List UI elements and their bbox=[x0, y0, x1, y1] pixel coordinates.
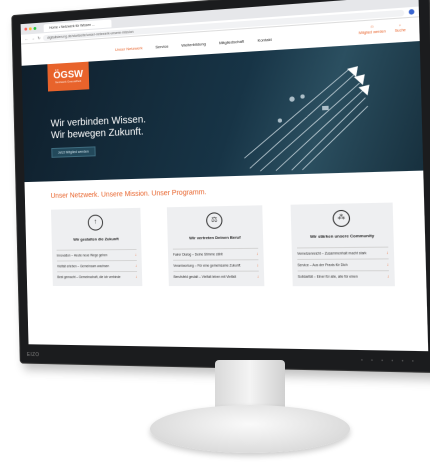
card-link-label: Vernetzenreicht – Zusammenhalt macht sta… bbox=[297, 251, 366, 256]
card-title: Wir stärken unsere Community bbox=[297, 233, 388, 239]
member-link-label: Mitglied werden bbox=[359, 29, 386, 36]
monitor-bezel: Home • Netzwerk für Wissen ... ← → ↻ dig… bbox=[11, 0, 430, 373]
card-title: Wir gestalten die Zukunft bbox=[56, 236, 136, 242]
arrow-down-icon: ↓ bbox=[386, 263, 388, 267]
menu-item-kontakt[interactable]: Kontakt bbox=[257, 36, 271, 42]
card-link[interactable]: Verantwortung – Für eine gemeinsame Zuku… bbox=[173, 259, 259, 271]
arrow-down-icon: ↓ bbox=[135, 253, 137, 257]
menu-item-weiterbildung[interactable]: Weiterbildung bbox=[181, 41, 206, 48]
hero-headline: Wir verbinden Wissen. Wir bewegen Zukunf… bbox=[51, 114, 147, 142]
card-beruf: ⚖ Wir vertreten Deinen Beruf Fairer Dial… bbox=[167, 205, 265, 286]
arrow-down-icon: ↓ bbox=[386, 251, 388, 255]
arrow-down-icon: ↓ bbox=[387, 274, 389, 278]
monitor-base bbox=[150, 405, 350, 453]
member-link[interactable]: ⚇ Mitglied werden bbox=[359, 24, 386, 36]
arrow-down-icon: ↓ bbox=[135, 275, 137, 279]
card-link-label: Vielfalt erleben – Gemeinsam wachsen bbox=[57, 264, 109, 268]
network-icon: ⁂ bbox=[332, 210, 350, 227]
card-link-label: Fairer Dialog – Deine Stimme zählt bbox=[173, 252, 223, 256]
reload-icon[interactable]: ↻ bbox=[37, 35, 40, 40]
arrow-down-icon: ↓ bbox=[256, 252, 258, 256]
card-link[interactable]: Vernetzenreicht – Zusammenhalt macht sta… bbox=[297, 247, 389, 259]
card-list: ↑ Wir gestalten die Zukunft Innovation –… bbox=[51, 203, 395, 287]
menu-item-mitgliedschaft[interactable]: Mitgliedschaft bbox=[219, 38, 244, 45]
arrow-down-icon: ↓ bbox=[135, 264, 137, 268]
card-zukunft: ↑ Wir gestalten die Zukunft Innovation –… bbox=[51, 208, 142, 286]
menu-item-service[interactable]: Service bbox=[155, 43, 168, 49]
monitor-brand: EIZO bbox=[27, 352, 40, 358]
card-link-label: Verantwortung – Für eine gemeinsame Zuku… bbox=[173, 263, 240, 267]
hero-rocket-illustration bbox=[237, 52, 390, 174]
scales-icon: ⚖ bbox=[206, 212, 223, 229]
search-link[interactable]: ⌕ Suche bbox=[395, 23, 406, 34]
search-link-label: Suche bbox=[395, 28, 406, 34]
forward-icon[interactable]: → bbox=[31, 36, 35, 41]
card-link[interactable]: Best gemacht – Gemeinschaft, die ich ver… bbox=[57, 271, 137, 282]
card-link-label: Berufsfeld gestalt – Vielfalt leben mit … bbox=[174, 275, 237, 279]
main-menu: Unser Netzwerk Service Weiterbildung Mit… bbox=[115, 35, 285, 51]
card-link[interactable]: Fairer Dialog – Deine Stimme zählt ↓ bbox=[173, 248, 259, 260]
menu-item-unser-netzwerk[interactable]: Unser Netzwerk bbox=[115, 45, 143, 52]
screen: Home • Netzwerk für Wissen ... ← → ↻ dig… bbox=[21, 0, 429, 351]
section-title: Unser Netzwerk. Unsere Mission. Unser Pr… bbox=[51, 184, 393, 200]
hero-banner: ÖGSW Netzwerk Gesundheit Wir verbinden W… bbox=[22, 41, 424, 182]
card-link[interactable]: Innovation – Heute neue Wege gehen ↓ bbox=[57, 249, 137, 261]
card-link[interactable]: Solidarität – Einer für alle, alle für e… bbox=[298, 270, 390, 282]
card-link-label: Best gemacht – Gemeinschaft, die ich ver… bbox=[57, 275, 120, 279]
mission-section: Unser Netzwerk. Unsere Mission. Unser Pr… bbox=[25, 171, 427, 287]
card-link-label: Service – Aus der Praxis für Dich bbox=[297, 263, 347, 267]
monitor: Home • Netzwerk für Wissen ... ← → ↻ dig… bbox=[0, 0, 430, 462]
card-title: Wir vertreten Deinen Beruf bbox=[173, 234, 258, 240]
header-actions: ⚇ Mitglied werden ⌕ Suche bbox=[350, 23, 406, 37]
minimize-window-icon[interactable] bbox=[29, 27, 32, 30]
card-link-label: Solidarität – Einer für alle, alle für e… bbox=[298, 275, 358, 279]
maximize-window-icon[interactable] bbox=[34, 27, 37, 30]
arrow-up-icon: ↑ bbox=[88, 215, 104, 231]
join-button[interactable]: Jetzt Mitglied werden bbox=[51, 146, 95, 157]
card-link[interactable]: Service – Aus der Praxis für Dich ↓ bbox=[297, 258, 389, 270]
profile-avatar[interactable] bbox=[409, 9, 415, 15]
card-link-label: Innovation – Heute neue Wege gehen bbox=[57, 253, 108, 257]
site-logo[interactable]: ÖGSW Netzwerk Gesundheit bbox=[47, 62, 89, 92]
close-window-icon[interactable] bbox=[24, 28, 27, 31]
monitor-buttons[interactable]: • • • • • • bbox=[361, 357, 417, 365]
card-link[interactable]: Berufsfeld gestalt – Vielfalt leben mit … bbox=[173, 271, 259, 282]
card-community: ⁂ Wir stärken unsere Community Vernetzen… bbox=[291, 203, 395, 287]
arrow-down-icon: ↓ bbox=[257, 275, 259, 279]
logo-subtext: Netzwerk Gesundheit bbox=[55, 80, 81, 84]
arrow-down-icon: ↓ bbox=[256, 263, 258, 267]
back-icon[interactable]: ← bbox=[25, 36, 29, 41]
card-link[interactable]: Vielfalt erleben – Gemeinsam wachsen ↓ bbox=[57, 260, 137, 271]
